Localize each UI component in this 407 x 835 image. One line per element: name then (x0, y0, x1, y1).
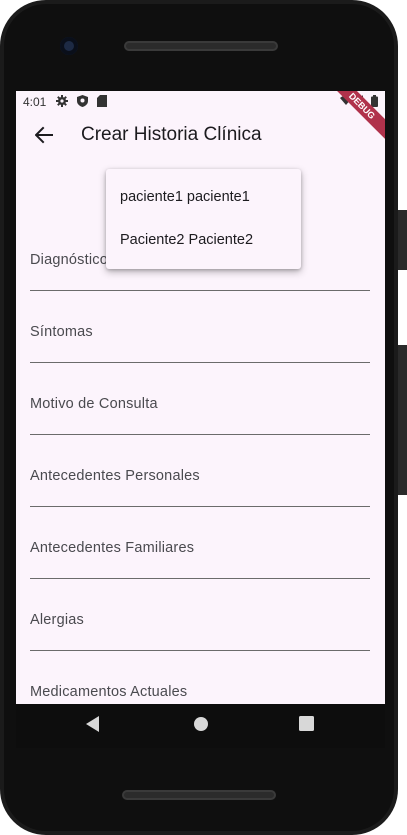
front-camera (60, 37, 78, 55)
sintomas-field[interactable]: Síntomas (30, 318, 370, 363)
field-label: Motivo de Consulta (30, 396, 158, 412)
antecedentes-familiares-field[interactable]: Antecedentes Familiares (30, 534, 370, 579)
field-label: Antecedentes Familiares (30, 540, 195, 556)
side-button-lower (398, 345, 407, 495)
back-triangle-icon[interactable] (86, 716, 100, 736)
home-circle-icon[interactable] (193, 716, 209, 736)
field-label: Síntomas (30, 324, 93, 340)
shield-icon (77, 95, 88, 110)
app-screen: 4:01 DEBUG Crear Historia Clínica Diagnó… (16, 91, 385, 704)
patient-dropdown-menu: paciente1 paciente1 Paciente2 Paciente2 (106, 169, 301, 269)
medicamentos-actuales-field[interactable]: Medicamentos Actuales (30, 678, 370, 704)
app-bar: Crear Historia Clínica (16, 113, 385, 161)
back-button[interactable] (30, 123, 58, 151)
page-title: Crear Historia Clínica (81, 124, 262, 145)
arrow-back-icon (34, 126, 53, 148)
dropdown-option[interactable]: paciente1 paciente1 (120, 189, 250, 205)
bottom-speaker (122, 790, 276, 800)
gear-icon (56, 95, 68, 110)
field-label: Diagnóstico (30, 252, 108, 268)
dropdown-option[interactable]: Paciente2 Paciente2 (120, 232, 253, 248)
status-bar: 4:01 DEBUG (16, 91, 385, 143)
field-label: Medicamentos Actuales (30, 684, 188, 700)
recents-square-icon[interactable] (299, 716, 314, 735)
sd-card-icon (97, 95, 107, 110)
field-label: Alergias (30, 612, 84, 628)
status-time: 4:01 (23, 95, 47, 109)
side-button-upper (398, 210, 407, 270)
earpiece-speaker (124, 41, 278, 51)
motivo-consulta-field[interactable]: Motivo de Consulta (30, 390, 370, 435)
field-label: Antecedentes Personales (30, 468, 200, 484)
system-nav-bar (16, 704, 385, 748)
alergias-field[interactable]: Alergias (30, 606, 370, 651)
antecedentes-personales-field[interactable]: Antecedentes Personales (30, 462, 370, 507)
